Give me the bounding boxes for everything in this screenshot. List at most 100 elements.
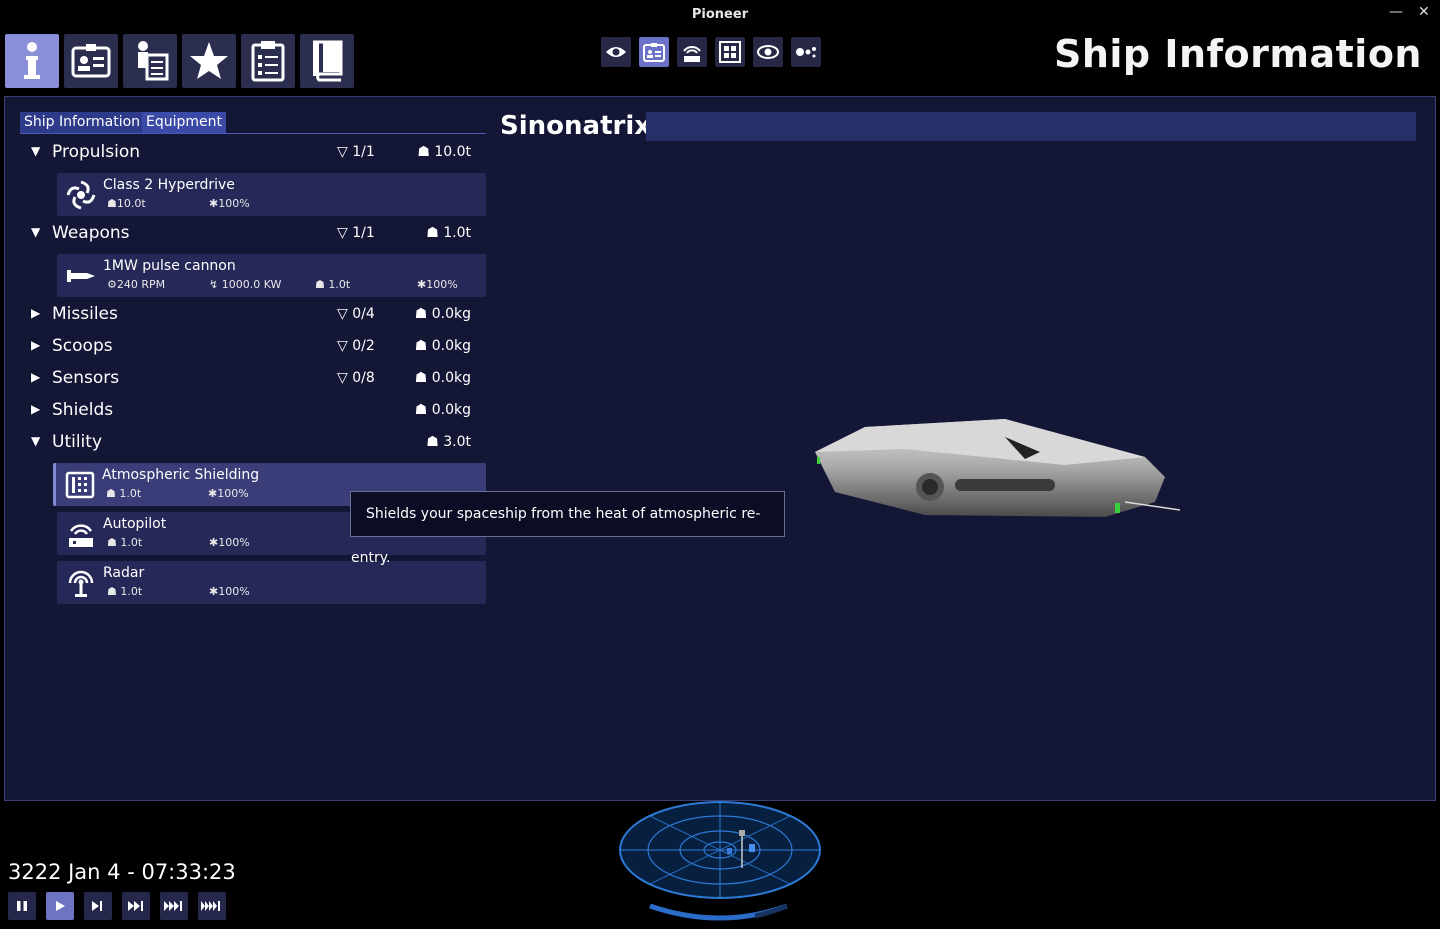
equipment-item-pulse-cannon[interactable]: 1MW pulse cannon ⚙240 RPM ↯ 1000.0 KW ☗ …: [57, 254, 486, 297]
slot-icon: ▽: [337, 225, 348, 241]
view-external-button[interactable]: [601, 37, 631, 67]
category-utility[interactable]: ▼ Utility ☗ 3.0t: [25, 430, 485, 458]
category-shields[interactable]: ▶ Shields ☗ 0.0kg: [25, 398, 485, 426]
play-button[interactable]: [46, 892, 74, 920]
speed-1-button[interactable]: [84, 892, 112, 920]
system-icon: [796, 47, 816, 58]
category-scoops[interactable]: ▶ Scoops ▽ 0/2 ☗ 0.0kg: [25, 334, 485, 362]
wrench-icon: ✱: [209, 585, 219, 598]
reputation-button[interactable]: [182, 34, 236, 88]
laser-icon: [65, 260, 97, 292]
equipment-tooltip: Shields your spaceship from the heat of …: [350, 491, 785, 566]
grid-icon: [719, 41, 741, 63]
ship-name: Sinonatrix: [500, 111, 651, 141]
ship-info-panel: Ship Information Equipment ▼ Propulsion …: [4, 96, 1436, 801]
tab-bar: Ship Information Equipment: [20, 112, 486, 134]
category-missiles[interactable]: ▶ Missiles ▽ 0/4 ☗ 0.0kg: [25, 302, 485, 330]
chevron-right-icon: ▶: [31, 370, 41, 384]
slot-icon: ▽: [337, 338, 348, 354]
info-button[interactable]: [5, 34, 59, 88]
speed-2-button[interactable]: [122, 892, 150, 920]
pause-button[interactable]: [8, 892, 36, 920]
window-title: Pioneer: [691, 7, 749, 22]
chevron-down-icon: ▼: [31, 434, 41, 448]
fast-forward-4-icon: [201, 901, 220, 911]
weight-icon: ☗: [417, 144, 430, 160]
book-icon: [313, 40, 343, 82]
minimize-icon[interactable]: —: [1389, 4, 1403, 20]
play-icon: [56, 901, 65, 911]
rpm-icon: ⚙: [107, 278, 117, 291]
id-card-button[interactable]: [64, 34, 118, 88]
wrench-icon: ✱: [417, 278, 427, 291]
hyperdrive-icon: [65, 179, 97, 211]
weight-icon: ☗: [414, 338, 428, 354]
crew-button[interactable]: [123, 34, 177, 88]
slots-indicator: ▽ 1/1: [337, 225, 375, 241]
clipboard-icon: [251, 41, 285, 82]
view-info-button[interactable]: [639, 37, 669, 67]
ship-name-bar: [646, 112, 1416, 141]
mass-indicator: ☗ 0.0kg: [414, 402, 471, 418]
category-sensors[interactable]: ▶ Sensors ▽ 0/8 ☗ 0.0kg: [25, 366, 485, 394]
chevron-down-icon: ▼: [31, 225, 41, 239]
close-icon[interactable]: ✕: [1418, 4, 1430, 20]
slots-indicator: ▽ 0/8: [337, 370, 375, 386]
weight-icon: ☗: [414, 306, 428, 322]
slot-icon: ▽: [337, 370, 348, 386]
mass-indicator: ☗ 0.0kg: [414, 370, 471, 386]
mass-indicator: ☗ 1.0t: [426, 225, 471, 241]
ship-model-image: [815, 419, 1181, 517]
equipment-item-hyperdrive[interactable]: Class 2 Hyperdrive ☗10.0t ✱100%: [57, 173, 486, 216]
chevron-down-icon: ▼: [31, 144, 41, 158]
weight-icon: ☗: [426, 225, 439, 241]
weight-icon: ☗: [426, 434, 439, 450]
view-sector-button[interactable]: [715, 37, 745, 67]
equipment-item-radar[interactable]: Radar ☗ 1.0t ✱100%: [57, 561, 486, 604]
category-weapons[interactable]: ▼ Weapons ▽ 1/1 ☗ 1.0t: [25, 221, 485, 249]
orbit-icon: [757, 45, 779, 59]
info-icon: [24, 42, 40, 79]
tab-ship-information[interactable]: Ship Information: [20, 112, 145, 133]
autopilot-icon: [65, 518, 97, 550]
wrench-icon: ✱: [208, 487, 218, 500]
mass-indicator: ☗ 10.0t: [417, 144, 471, 160]
eye-icon: [606, 47, 626, 57]
radar-scanner[interactable]: [615, 798, 825, 926]
weight-icon: ☗: [414, 370, 428, 386]
crew-icon: [138, 41, 169, 81]
fast-forward-2-icon: [128, 901, 143, 911]
chevron-right-icon: ▶: [31, 338, 41, 352]
slot-icon: ▽: [337, 306, 348, 322]
atmo-shield-icon: [64, 469, 96, 501]
speed-4-button[interactable]: [198, 892, 226, 920]
info-card-icon: [643, 43, 665, 62]
page-title: Ship Information: [1053, 32, 1422, 76]
weight-icon: ☗: [315, 278, 325, 291]
slots-indicator: ▽ 0/4: [337, 306, 375, 322]
weight-icon: ☗: [107, 197, 117, 210]
slots-indicator: ▽ 1/1: [337, 144, 375, 160]
speed-3-button[interactable]: [160, 892, 188, 920]
view-comms-button[interactable]: [677, 37, 707, 67]
slot-icon: ▽: [337, 144, 348, 160]
power-icon: ↯: [209, 278, 219, 291]
chevron-right-icon: ▶: [31, 306, 41, 320]
window-titlebar: Pioneer — ✕: [0, 0, 1440, 30]
missions-button[interactable]: [241, 34, 295, 88]
mass-indicator: ☗ 3.0t: [426, 434, 471, 450]
game-datetime: 3222 Jan 4 - 07:33:23: [8, 860, 236, 884]
view-system-button[interactable]: [753, 37, 783, 67]
fast-forward-1-icon: [92, 901, 102, 911]
category-propulsion[interactable]: ▼ Propulsion ▽ 1/1 ☗ 10.0t: [25, 140, 485, 168]
view-system-info-button[interactable]: [791, 37, 821, 67]
weight-icon: ☗: [107, 536, 117, 549]
journal-button[interactable]: [300, 34, 354, 88]
chevron-right-icon: ▶: [31, 402, 41, 416]
tab-equipment[interactable]: Equipment: [142, 112, 226, 133]
mass-indicator: ☗ 0.0kg: [414, 306, 471, 322]
weight-icon: ☗: [107, 585, 117, 598]
fast-forward-3-icon: [164, 901, 182, 911]
weight-icon: ☗: [414, 402, 428, 418]
slots-indicator: ▽ 0/2: [337, 338, 375, 354]
